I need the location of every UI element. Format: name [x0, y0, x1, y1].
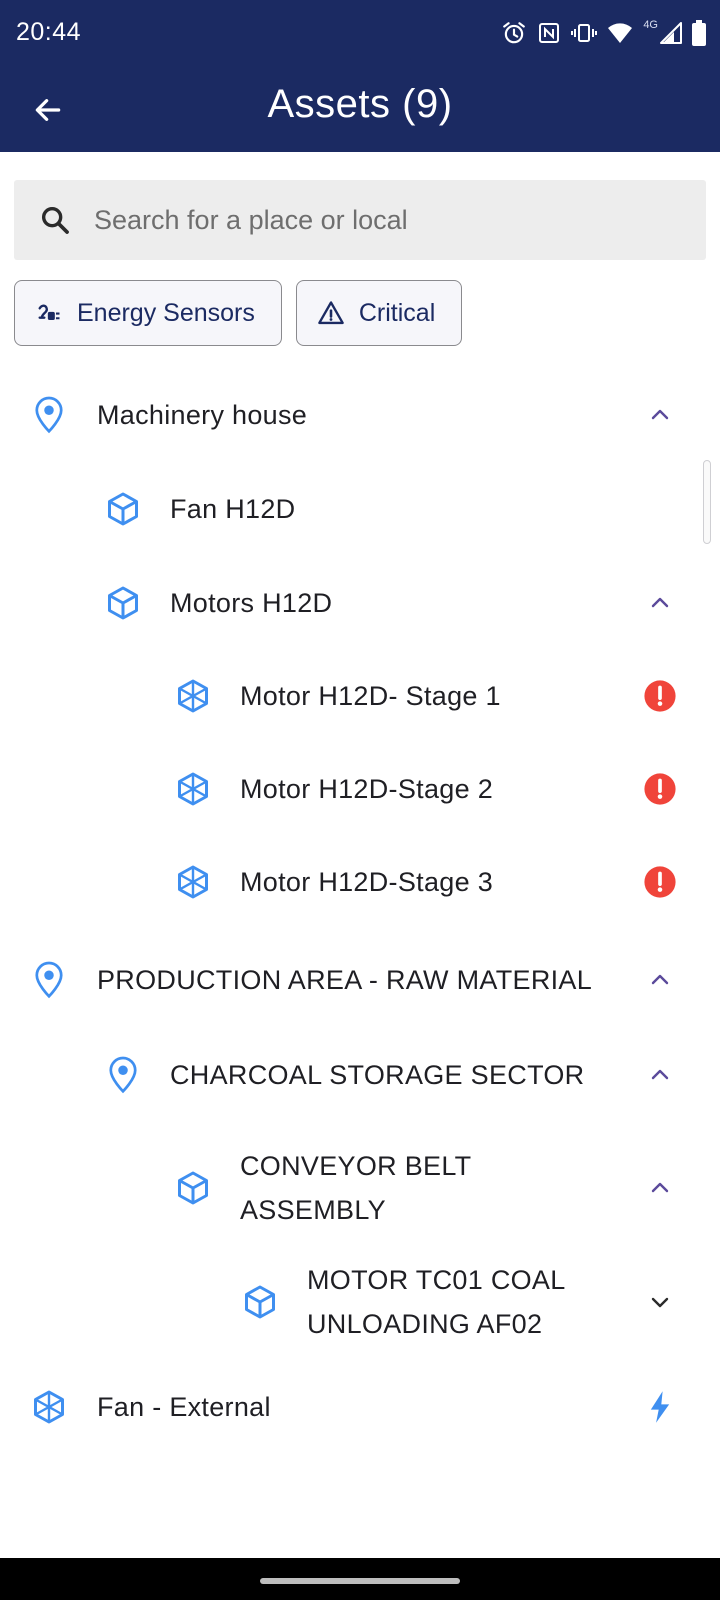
- asset-cube-icon: [104, 490, 142, 528]
- tree-item-label: PRODUCTION AREA - RAW MATERIAL: [97, 965, 593, 995]
- asset-cube-icon: [174, 1169, 212, 1207]
- alarm-icon: [501, 20, 527, 46]
- wifi-icon: [607, 22, 633, 44]
- status-bar: 20:44 4G: [0, 0, 720, 68]
- tree-item-label: Motor H12D-Stage 3: [240, 867, 494, 897]
- tree-item-fan-h12d[interactable]: Fan H12D: [0, 476, 720, 542]
- search-bar[interactable]: [14, 180, 706, 260]
- energy-bolt-icon: [642, 1389, 678, 1425]
- search-icon: [41, 206, 69, 234]
- tree-item-production-area[interactable]: PRODUCTION AREA - RAW MATERIAL: [0, 947, 720, 1013]
- tree-item-label: Motors H12D: [170, 588, 333, 618]
- asset-cube-icon: [104, 584, 142, 622]
- navigation-bar: [0, 1558, 720, 1600]
- chip-label: Critical: [358, 298, 436, 327]
- chevron-up-icon[interactable]: [642, 585, 678, 621]
- component-icon: [174, 677, 212, 715]
- tree-item-label: Machinery house: [97, 400, 308, 430]
- search-input[interactable]: [94, 204, 654, 236]
- location-pin-icon: [104, 1056, 142, 1094]
- tree-item-motor-tc01[interactable]: MOTOR TC01 COAL UNLOADING AF02: [0, 1252, 720, 1352]
- chevron-down-icon[interactable]: [642, 1284, 678, 1320]
- status-time: 20:44: [16, 18, 82, 46]
- critical-filter-chip[interactable]: Critical: [295, 280, 463, 346]
- page-title: Assets (9): [267, 82, 453, 126]
- network-type: 4G: [643, 19, 658, 31]
- status-icons: 4G: [501, 18, 706, 48]
- component-icon: [30, 1388, 68, 1426]
- app-bar: 20:44 4G Assets (9): [0, 0, 720, 152]
- tree-item-motor-stage-3[interactable]: Motor H12D-Stage 3: [0, 849, 720, 915]
- home-gesture-handle[interactable]: [260, 1578, 460, 1584]
- tree-item-charcoal-storage[interactable]: CHARCOAL STORAGE SECTOR: [0, 1042, 720, 1108]
- signal-icon: [660, 22, 682, 44]
- vibrate-icon: [571, 21, 598, 45]
- filter-chips: Energy Sensors Critical: [14, 280, 463, 346]
- tree-item-machinery-house[interactable]: Machinery house: [0, 382, 720, 448]
- tree-item-label: MOTOR TC01 COAL UNLOADING AF02: [307, 1265, 566, 1339]
- tree-item-conveyor-belt[interactable]: CONVEYOR BELT ASSEMBLY: [0, 1138, 720, 1238]
- nfc-icon: [537, 21, 561, 45]
- tree-item-label: CONVEYOR BELT ASSEMBLY: [240, 1151, 472, 1225]
- tree-item-fan-external[interactable]: Fan - External: [0, 1374, 720, 1440]
- tree-item-motors-h12d[interactable]: Motors H12D: [0, 570, 720, 636]
- toolbar: Assets (9): [0, 68, 720, 152]
- location-pin-icon: [30, 961, 68, 999]
- tree-item-motor-stage-1[interactable]: Motor H12D- Stage 1: [0, 663, 720, 729]
- critical-alert-icon: [642, 864, 678, 900]
- chip-label: Energy Sensors: [77, 298, 255, 327]
- critical-alert-icon: [642, 771, 678, 807]
- energy-sensors-filter-chip[interactable]: Energy Sensors: [14, 280, 282, 346]
- battery-icon: [692, 20, 706, 46]
- component-icon: [174, 770, 212, 808]
- chevron-up-icon[interactable]: [642, 1170, 678, 1206]
- critical-alert-icon: [642, 678, 678, 714]
- scrollbar-thumb[interactable]: [703, 460, 711, 544]
- tree-item-label: Fan - External: [97, 1392, 271, 1422]
- tree-item-label: Fan H12D: [170, 494, 296, 524]
- component-icon: [174, 863, 212, 901]
- tree-item-motor-stage-2[interactable]: Motor H12D-Stage 2: [0, 756, 720, 822]
- asset-cube-icon: [241, 1283, 279, 1321]
- chevron-up-icon[interactable]: [642, 1057, 678, 1093]
- chevron-up-icon[interactable]: [642, 397, 678, 433]
- tree-item-label: CHARCOAL STORAGE SECTOR: [170, 1060, 585, 1090]
- tree-item-label: Motor H12D- Stage 1: [240, 681, 501, 711]
- tree-item-label: Motor H12D-Stage 2: [240, 774, 494, 804]
- chevron-up-icon[interactable]: [642, 962, 678, 998]
- energy-sensor-icon: [38, 304, 60, 320]
- location-pin-icon: [30, 396, 68, 434]
- warning-triangle-icon: [318, 301, 344, 325]
